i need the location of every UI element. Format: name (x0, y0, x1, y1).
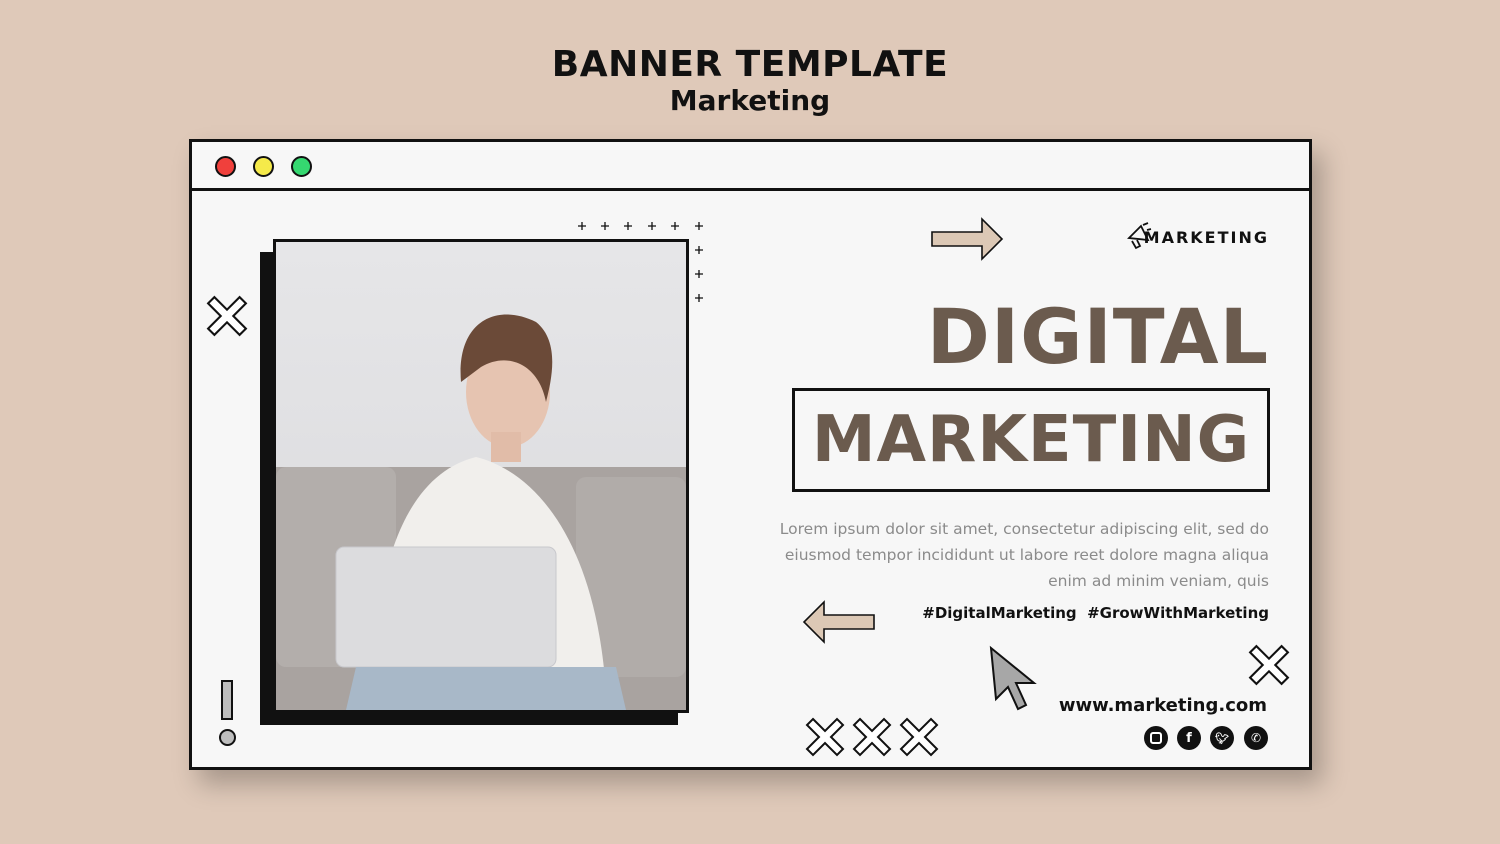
instagram-icon[interactable] (1144, 726, 1168, 750)
twitter-icon[interactable]: 🐦︎ (1210, 726, 1234, 750)
title-bar (192, 142, 1309, 191)
arrow-right-icon (931, 217, 1004, 261)
headline-marketing: MARKETING (811, 403, 1251, 477)
minimize-dot (253, 156, 274, 177)
close-dot (215, 156, 236, 177)
cross-icon (206, 295, 248, 337)
arrow-left-icon (802, 600, 875, 644)
page-subtitle: Marketing (669, 84, 831, 117)
cross-row-icon (805, 717, 939, 757)
facebook-icon[interactable]: f (1177, 726, 1201, 750)
hashtags: #DigitalMarketing #GrowWithMarketing (922, 604, 1269, 622)
headline-digital: DIGITAL (926, 292, 1269, 381)
maximize-dot (291, 156, 312, 177)
browser-window-mockup: MARKETING DIGITAL MARKETING Lorem ipsum … (189, 139, 1312, 770)
website-link[interactable]: www.marketing.com (1059, 695, 1267, 716)
cursor-icon (989, 645, 1037, 711)
whatsapp-icon[interactable]: ✆ (1244, 726, 1268, 750)
tagline: MARKETING (1143, 228, 1269, 247)
woman-with-laptop-photo (273, 239, 689, 713)
exclamation-bar (221, 680, 233, 720)
page-title: BANNER TEMPLATE (551, 44, 949, 85)
cross-icon (1248, 644, 1290, 686)
exclamation-dot (219, 729, 236, 746)
body-text: Lorem ipsum dolor sit amet, consectetur … (779, 520, 1269, 590)
headline-box: MARKETING (792, 388, 1270, 492)
